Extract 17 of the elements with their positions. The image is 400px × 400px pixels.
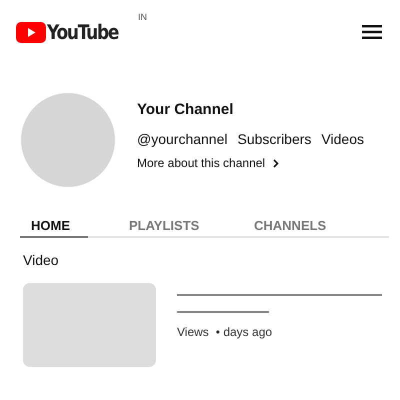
upload-age: • days ago xyxy=(216,325,272,339)
thumbnail-placeholder[interactable] xyxy=(23,283,156,367)
view-count: Views xyxy=(177,325,209,339)
tab[interactable]: CHANNELS xyxy=(243,218,338,238)
channel-name: Your Channel xyxy=(137,101,234,118)
channel-handle: @yourchannel xyxy=(137,131,228,147)
channel-stat: Subscribers xyxy=(238,131,312,147)
tab[interactable]: HOME xyxy=(20,218,88,238)
channel-stat: Videos xyxy=(321,131,364,147)
about-channel-link[interactable]: More about this channel xyxy=(137,156,364,170)
chevron-icon xyxy=(273,158,280,168)
tab[interactable]: PLAYLISTS xyxy=(118,218,222,238)
country-code: IN xyxy=(138,12,147,22)
menu-icon[interactable] xyxy=(362,24,382,40)
play-logo-icon xyxy=(16,22,46,42)
section-title: Video xyxy=(23,252,59,268)
logo-wordmark[interactable]: YouTube xyxy=(47,20,118,44)
